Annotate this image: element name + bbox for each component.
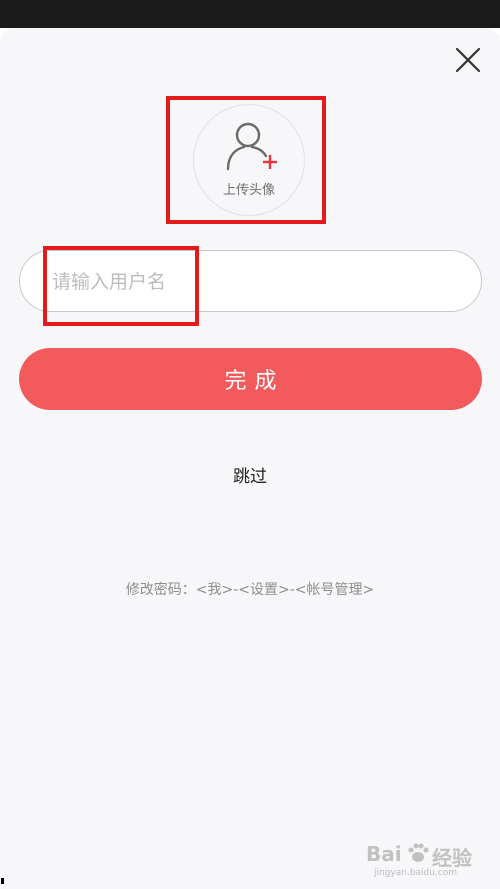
watermark-brand-left: Bai (366, 842, 402, 866)
change-password-hint: 修改密码：<我>-<设置>-<帐号管理> (125, 582, 375, 598)
status-bar (0, 0, 500, 28)
skip-link[interactable]: 跳过 (200, 462, 300, 487)
username-field-wrapper (19, 250, 482, 313)
close-icon (455, 47, 481, 73)
done-button[interactable]: 完成 (19, 348, 482, 410)
close-button[interactable] (452, 44, 484, 76)
avatar-upload-label: 上传头像 (222, 183, 275, 198)
avatar-upload-button[interactable]: 上传头像 (193, 104, 305, 216)
paw-icon (408, 843, 429, 862)
username-input[interactable] (50, 251, 474, 313)
baidu-watermark: Bai 经验 jingyan.baidu.com (360, 838, 490, 882)
user-add-icon (226, 122, 277, 171)
watermark-brand-right: 经验 (432, 846, 472, 870)
watermark-url: jingyan.baidu.com (374, 868, 458, 878)
edge-mark (1, 878, 4, 884)
